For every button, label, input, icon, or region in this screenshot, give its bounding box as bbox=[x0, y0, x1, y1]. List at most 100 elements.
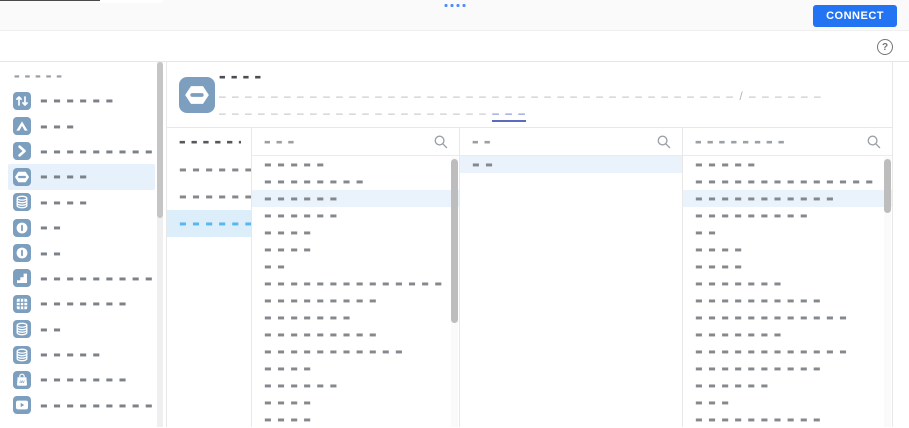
sidebar-item-6[interactable]: ▬ ▬ bbox=[8, 215, 155, 240]
list-item[interactable]: ▬ ▬ ▬ ▬ bbox=[252, 224, 459, 241]
search-icon[interactable] bbox=[433, 134, 449, 150]
sidebar-section-header: ▬ ▬ ▬ ▬ ▬ bbox=[14, 73, 64, 80]
browser-columns: ▬ ▬ ▬ ▬ ▬ ▬ ▬ ▬ ▬ ▬ ▬ ▬ ▬ ▬ ▬ ▬ ▬ ▬ ▬ ▬ ▬ ▬… bbox=[167, 127, 892, 427]
page-dot[interactable] bbox=[456, 4, 459, 7]
sidebar-item-13[interactable]: ▬ ▬ ▬ ▬ ▬ ▬ ▬ ▬ ▬ bbox=[8, 393, 155, 418]
search-icon[interactable] bbox=[866, 134, 882, 150]
upload-arrows-icon bbox=[13, 91, 31, 110]
list-item[interactable]: ▬ ▬ ▬ ▬ bbox=[683, 258, 892, 275]
sidebar-item-3[interactable]: ▬ ▬ ▬ ▬ ▬ ▬ ▬ ▬ ▬ bbox=[8, 139, 155, 164]
list-item[interactable]: ▬ ▬ ▬ ▬ ▬ bbox=[252, 156, 459, 173]
sidebar-item-7[interactable]: ▬ ▬ bbox=[8, 240, 155, 265]
sidebar-item-label: ▬ ▬ ▬ ▬ ▬ bbox=[40, 350, 102, 360]
sidebar-item-5[interactable]: ▬ ▬ ▬ ▬ bbox=[8, 190, 155, 215]
description-link[interactable]: – – – bbox=[492, 106, 527, 122]
sidebar-item-12[interactable]: av ▬ ▬ ▬ ▬ ▬ ▬ ▬ bbox=[8, 367, 155, 392]
column-scrollbar[interactable] bbox=[884, 157, 891, 427]
sub-toolbar: ? bbox=[0, 31, 909, 62]
list-item[interactable]: ▬ ▬ ▬ ▬ ▬ ▬ ▬ ▬ ▬ ▬ ▬ ▬ bbox=[683, 343, 892, 360]
window-chrome-remnant bbox=[0, 0, 100, 1]
sidebar-item-4[interactable]: ▬ ▬ ▬ ▬ bbox=[8, 164, 155, 190]
list-item[interactable]: ▬ ▬ ▬ ▬ bbox=[252, 411, 459, 428]
list-item[interactable]: ▬ ▬ ▬ ▬ ▬ ▬ ▬ ▬ ▬ ▬ bbox=[683, 360, 892, 377]
coin-slot-icon bbox=[13, 218, 31, 237]
list-item[interactable]: ▬ ▬ ▬ ▬ ▬ ▬ ▬ ▬ ▬ ▬ ▬ ▬ ▬ ▬ bbox=[683, 173, 892, 190]
search-icon[interactable] bbox=[656, 134, 672, 150]
scrollbar-thumb[interactable] bbox=[157, 62, 163, 218]
list-item[interactable]: ▬ ▬ bbox=[252, 258, 459, 275]
column-header-label: ▬ ▬ bbox=[472, 137, 492, 146]
list-item[interactable]: ▬ ▬ bbox=[683, 224, 892, 241]
sidebar-item-label: ▬ ▬ ▬ ▬ ▬ ▬ ▬ ▬ ▬ bbox=[40, 146, 154, 156]
list-item[interactable]: ▬ ▬ ▬ ▬ ▬ ▬ bbox=[252, 190, 459, 207]
list-item[interactable]: ▬ ▬ ▬ ▬ ▬ ▬ ▬ ▬ ▬ ▬ ▬ bbox=[252, 343, 459, 360]
sidebar-item-9[interactable]: ▬ ▬ ▬ ▬ ▬ ▬ ▬ bbox=[8, 291, 155, 316]
list-item[interactable]: ▬ ▬ ▬ ▬ ▬ ▬ ▬ ▬ ▬ ▬ bbox=[683, 292, 892, 309]
sidebar-item-8[interactable]: ▬ ▬ ▬ ▬ ▬ ▬ ▬ ▬ ▬ bbox=[8, 266, 155, 291]
list-item[interactable]: ▬ ▬ ▬ ▬ ▬ ▬ bbox=[252, 377, 459, 394]
sidebar-item-label: ▬ ▬ bbox=[40, 248, 63, 258]
bar-chart-icon bbox=[13, 269, 31, 288]
sidebar-item-10[interactable]: ▬ ▬ bbox=[8, 317, 155, 342]
list-item[interactable]: ▬ ▬ ▬ ▬ ▬ ▬ ▬ ▬ ▬ bbox=[683, 207, 892, 224]
list-item[interactable]: ▬ ▬ ▬ ▬ ▬ ▬ ▬ ▬ bbox=[252, 173, 459, 190]
sidebar-item-label: ▬ ▬ bbox=[40, 324, 63, 334]
column-1-list: ▬ ▬ ▬ ▬ ▬ ▬ ▬ ▬▬ ▬ ▬ ▬ ▬ ▬▬ ▬ ▬ ▬ ▬ ▬ ▬ … bbox=[167, 156, 251, 237]
list-item[interactable]: ▬ ▬ ▬ ▬ ▬ ▬ ▬ bbox=[683, 326, 892, 343]
column-3: ▬ ▬ ▬ ▬ bbox=[459, 128, 682, 427]
list-item[interactable]: ▬ ▬ ▬ ▬ ▬ ▬ ▬ ▬ ▬ bbox=[252, 292, 459, 309]
connector-sidebar: ▬ ▬ ▬ ▬ ▬ ▬ ▬ ▬ ▬ ▬ ▬ ▬ ▬ ▬ ▬ ▬ ▬ ▬ ▬ ▬ ▬ … bbox=[0, 62, 166, 427]
list-item[interactable]: ▬ ▬ ▬ ▬ ▬ bbox=[683, 156, 892, 173]
shopping-bag-icon: av bbox=[13, 370, 31, 389]
list-item[interactable]: ▬ ▬ ▬ ▬ bbox=[252, 360, 459, 377]
list-item[interactable]: ▬ ▬ bbox=[460, 156, 682, 173]
list-item[interactable]: ▬ ▬ ▬ ▬ bbox=[252, 394, 459, 411]
column-1: ▬ ▬ ▬ ▬ ▬ ▬ ▬ ▬ ▬ ▬ ▬ ▬ ▬ ▬ ▬ ▬ ▬ ▬ ▬ ▬ ▬ ▬… bbox=[167, 128, 251, 427]
list-item[interactable]: ▬ ▬ ▬ ▬ ▬ ▬ ▬ ▬ bbox=[167, 156, 251, 183]
list-item[interactable]: ▬ ▬ ▬ ▬ ▬ ▬ ▬ ▬ ▬ ▬ ▬ ▬ bbox=[683, 309, 892, 326]
top-toolbar: CONNECT bbox=[0, 0, 909, 31]
sidebar-item-label: ▬ ▬ ▬ ▬ ▬ ▬ ▬ bbox=[40, 299, 128, 309]
column-3-list: ▬ ▬ bbox=[460, 156, 682, 173]
sidebar-item-1[interactable]: ▬ ▬ ▬ ▬ ▬ ▬ bbox=[8, 88, 155, 113]
page-dots bbox=[444, 4, 465, 7]
list-item[interactable]: ▬ ▬ ▬ ▬ ▬ ▬ ▬ ▬ bbox=[167, 210, 251, 237]
list-item[interactable]: ▬ ▬ ▬ ▬ ▬ ▬ ▬ ▬ ▬ ▬ ▬ bbox=[683, 190, 892, 207]
list-item[interactable]: ▬ ▬ ▬ ▬ ▬ ▬ bbox=[683, 377, 892, 394]
list-item[interactable]: ▬ ▬ ▬ ▬ bbox=[252, 241, 459, 258]
sidebar-item-11[interactable]: ▬ ▬ ▬ ▬ ▬ bbox=[8, 342, 155, 367]
list-item[interactable]: ▬ ▬ ▬ ▬ ▬ ▬ bbox=[167, 183, 251, 210]
list-item[interactable]: ▬ ▬ ▬ ▬ ▬ ▬ ▬ ▬ ▬ ▬ bbox=[683, 411, 892, 428]
list-item[interactable]: ▬ ▬ ▬ ▬ ▬ ▬ ▬ bbox=[683, 275, 892, 292]
window-chrome-gap bbox=[100, 0, 163, 3]
connect-button[interactable]: CONNECT bbox=[813, 5, 897, 27]
list-item[interactable]: ▬ ▬ ▬ ▬ ▬ ▬ ▬ ▬ ▬ bbox=[252, 326, 459, 343]
sidebar-item-label: ▬ ▬ ▬ ▬ ▬ ▬ ▬ bbox=[40, 375, 128, 385]
connector-description-line-2: – – – – – – – – – – – – – – – – – – – – … bbox=[219, 106, 527, 122]
list-item[interactable]: ▬ ▬ ▬ ▬ ▬ ▬ bbox=[252, 207, 459, 224]
column-4: ▬ ▬ ▬ ▬ ▬ ▬ ▬ ▬ ▬ ▬ ▬ ▬ ▬ ▬ ▬ ▬ ▬ ▬ ▬ ▬ ▬ … bbox=[682, 128, 892, 427]
column-2-header: ▬ ▬ ▬ bbox=[252, 128, 459, 156]
hexagon-slot-icon bbox=[13, 167, 31, 186]
sidebar-scrollbar[interactable] bbox=[157, 62, 163, 427]
sidebar-item-2[interactable]: ▬ ▬ ▬ bbox=[8, 113, 155, 138]
column-scrollbar[interactable] bbox=[451, 157, 458, 427]
column-3-header: ▬ ▬ bbox=[460, 128, 682, 156]
column-2: ▬ ▬ ▬ ▬ ▬ ▬ ▬ ▬ ▬ ▬ ▬ ▬ ▬ ▬ ▬ ▬ ▬ ▬ ▬ ▬ ▬ ▬… bbox=[251, 128, 459, 427]
page-dot[interactable] bbox=[444, 4, 447, 7]
column-1-header: ▬ ▬ ▬ ▬ ▬ ▬ bbox=[167, 128, 251, 156]
page-dot[interactable] bbox=[462, 4, 465, 7]
list-item[interactable]: ▬ ▬ ▬ bbox=[683, 394, 892, 411]
scrollbar-thumb[interactable] bbox=[884, 159, 891, 213]
help-icon[interactable]: ? bbox=[877, 39, 893, 55]
scrollbar-thumb[interactable] bbox=[451, 159, 458, 323]
list-item[interactable]: ▬ ▬ ▬ ▬ ▬ ▬ ▬ bbox=[252, 309, 459, 326]
sidebar-item-label: ▬ ▬ ▬ bbox=[40, 121, 76, 131]
page-dot[interactable] bbox=[450, 4, 453, 7]
hexagon-slot-icon bbox=[179, 77, 215, 113]
sidebar-item-label: ▬ ▬ ▬ ▬ ▬ ▬ bbox=[40, 96, 115, 106]
list-item[interactable]: ▬ ▬ ▬ ▬ ▬ ▬ ▬ ▬ ▬ ▬ ▬ ▬ ▬ ▬ bbox=[252, 275, 459, 292]
database-icon bbox=[13, 193, 31, 212]
sidebar-item-label: ▬ ▬ ▬ ▬ ▬ ▬ ▬ ▬ ▬ bbox=[40, 273, 154, 283]
list-item[interactable]: ▬ ▬ ▬ ▬ bbox=[683, 241, 892, 258]
